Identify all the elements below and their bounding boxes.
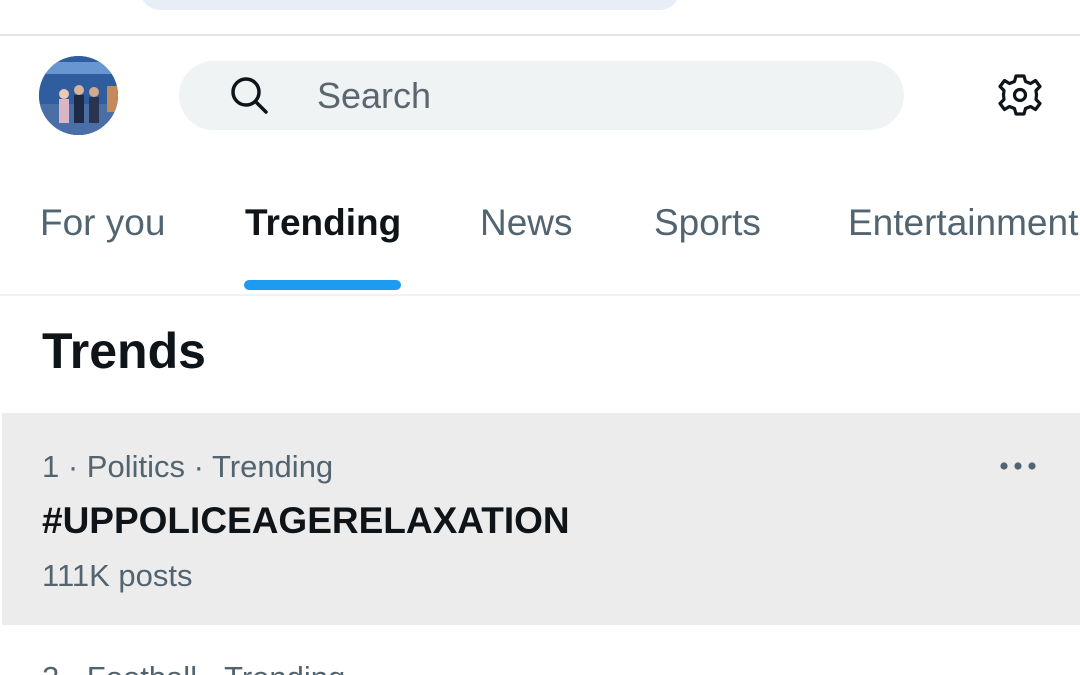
top-pill: [140, 0, 680, 10]
trend-post-count: 111K posts: [42, 558, 193, 593]
tab-entertainment[interactable]: Entertainment: [848, 202, 1078, 244]
tab-sports[interactable]: Sports: [654, 202, 761, 244]
more-options-icon[interactable]: [998, 459, 1038, 473]
avatar[interactable]: [39, 56, 118, 135]
trend-name[interactable]: #UPPOLICEAGERELAXATION: [42, 500, 570, 542]
active-tab-indicator: [244, 280, 401, 290]
top-bar-remnant: [0, 0, 1080, 36]
header: [0, 36, 1080, 156]
trend-meta: 2 · Football · Trending: [42, 660, 345, 675]
search-bar[interactable]: [179, 61, 904, 130]
tab-for-you[interactable]: For you: [40, 202, 165, 244]
trend-item[interactable]: 1 · Politics · Trending #UPPOLICEAGERELA…: [2, 413, 1080, 625]
trend-item[interactable]: 2 · Football · Trending: [2, 627, 1080, 675]
trend-meta: 1 · Politics · Trending: [42, 449, 334, 484]
tab-news[interactable]: News: [480, 202, 573, 244]
gear-icon[interactable]: [997, 72, 1043, 118]
tab-trending[interactable]: Trending: [245, 202, 401, 244]
avatar-image: [39, 56, 118, 135]
tab-bar: For you Trending News Sports Entertainme…: [0, 156, 1080, 296]
section-title: Trends: [42, 323, 206, 379]
search-input[interactable]: [317, 61, 877, 130]
search-icon: [229, 75, 269, 115]
